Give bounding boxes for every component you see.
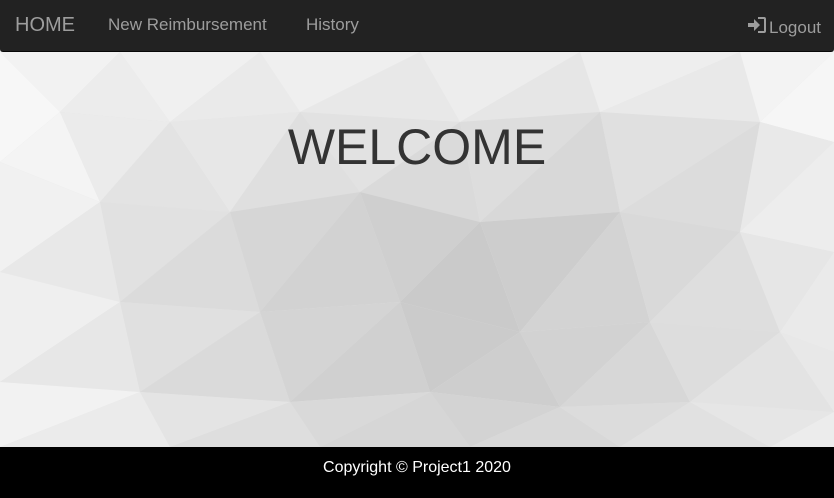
home-link[interactable]: HOME (15, 13, 75, 37)
footer: Copyright © Project1 2020 (0, 447, 834, 498)
history-link[interactable]: History (306, 15, 359, 35)
low-poly-background (0, 52, 834, 447)
sign-in-icon (747, 16, 769, 39)
navbar: HOME New Reimbursement History Logout (0, 0, 834, 52)
copyright-text: Copyright © Project1 2020 (323, 459, 511, 476)
logout-button[interactable]: Logout (747, 16, 821, 39)
new-reimbursement-link[interactable]: New Reimbursement (108, 15, 267, 35)
logout-label: Logout (769, 17, 821, 37)
welcome-heading: WELCOME (287, 119, 547, 175)
main-content: WELCOME (0, 52, 834, 447)
